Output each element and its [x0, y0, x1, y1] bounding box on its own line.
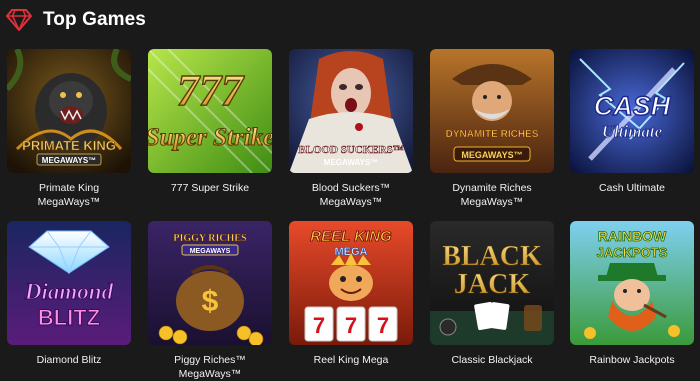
- game-art-subtitle: MEGAWAYS™: [461, 150, 522, 160]
- game-thumbnail[interactable]: RAINBOW JACKPOTS: [570, 221, 694, 345]
- game-tile-777-super-strike[interactable]: 777 Super Strike 777 Super Strike: [148, 49, 272, 195]
- game-art-title: BLOOD SUCKERS™: [298, 144, 403, 156]
- game-title[interactable]: Primate King MegaWays™: [7, 181, 131, 209]
- game-thumbnail[interactable]: DYNAMITE RICHES MEGAWAYS™: [430, 49, 554, 173]
- page-header: Top Games: [6, 7, 146, 33]
- svg-text:7: 7: [345, 313, 357, 338]
- game-tile-rainbow-jackpots[interactable]: RAINBOW JACKPOTS Rainbow Jackpots: [570, 221, 694, 367]
- game-art-subtitle: Ultimate: [602, 122, 663, 141]
- game-tile-primate-king[interactable]: PRIMATE KING MEGAWAYS™ Primate King Mega…: [7, 49, 131, 209]
- game-art-subtitle: MEGAWAYS™: [42, 156, 96, 165]
- game-thumbnail[interactable]: 777 Super Strike: [148, 49, 272, 173]
- game-thumbnail[interactable]: Diamond BLITZ: [7, 221, 131, 345]
- game-title[interactable]: 777 Super Strike: [148, 181, 272, 195]
- game-tile-classic-blackjack[interactable]: BLACK JACK Classic Blackjack: [430, 221, 554, 367]
- game-tile-diamond-blitz[interactable]: Diamond BLITZ Diamond Blitz: [7, 221, 131, 367]
- game-thumbnail[interactable]: PIGGY RICHES MEGAWAYS $: [148, 221, 272, 345]
- game-title[interactable]: Cash Ultimate: [570, 181, 694, 195]
- svg-text:$: $: [202, 285, 219, 318]
- game-art-subtitle: BLITZ: [38, 305, 100, 330]
- game-thumbnail[interactable]: PRIMATE KING MEGAWAYS™: [7, 49, 131, 173]
- game-tile-blood-suckers[interactable]: BLOOD SUCKERS™ MEGAWAYS™ Blood Suckers™ …: [289, 49, 413, 209]
- game-title[interactable]: Rainbow Jackpots: [570, 353, 694, 367]
- section-title: Top Games: [43, 9, 146, 30]
- game-art-subtitle: JACKPOTS: [597, 245, 668, 260]
- game-thumbnail[interactable]: BLACK JACK: [430, 221, 554, 345]
- game-tile-reel-king-mega[interactable]: REEL KING MEGA 7 7 7 Reel King Mega: [289, 221, 413, 367]
- game-tile-piggy-riches[interactable]: PIGGY RICHES MEGAWAYS $ Piggy Riches™ Me…: [148, 221, 272, 381]
- game-title[interactable]: Diamond Blitz: [7, 353, 131, 367]
- game-art-subtitle: JACK: [454, 269, 530, 300]
- game-title[interactable]: Classic Blackjack: [430, 353, 554, 367]
- game-art-title: CASH: [594, 91, 671, 121]
- game-thumbnail[interactable]: BLOOD SUCKERS™ MEGAWAYS™: [289, 49, 413, 173]
- game-art-subtitle: MEGAWAYS: [190, 248, 231, 255]
- game-title[interactable]: Piggy Riches™ MegaWays™: [148, 353, 272, 381]
- game-tile-dynamite-riches[interactable]: DYNAMITE RICHES MEGAWAYS™ Dynamite Riche…: [430, 49, 554, 209]
- game-art-title: REEL KING: [310, 228, 392, 245]
- game-art-title: DYNAMITE RICHES: [446, 129, 539, 140]
- game-art-title: PRIMATE KING: [22, 138, 116, 153]
- game-thumbnail[interactable]: REEL KING MEGA 7 7 7: [289, 221, 413, 345]
- game-tile-cash-ultimate[interactable]: CASH Ultimate Cash Ultimate: [570, 49, 694, 195]
- svg-text:7: 7: [377, 313, 389, 338]
- game-title[interactable]: Dynamite Riches MegaWays™: [430, 181, 554, 209]
- game-title[interactable]: Blood Suckers™ MegaWays™: [289, 181, 413, 209]
- game-art-title: Diamond: [24, 279, 114, 304]
- game-art-title: BLACK: [442, 241, 542, 272]
- game-art-title: RAINBOW: [598, 228, 667, 244]
- game-art-title: PIGGY RICHES: [173, 233, 247, 244]
- game-art-subtitle: Super Strike: [148, 124, 272, 151]
- svg-text:7: 7: [313, 313, 325, 338]
- game-art-subtitle: MEGAWAYS™: [324, 158, 378, 167]
- game-title[interactable]: Reel King Mega: [289, 353, 413, 367]
- game-thumbnail[interactable]: CASH Ultimate: [570, 49, 694, 173]
- ruby-gem-icon: [6, 9, 32, 31]
- game-art-title: 777: [177, 66, 245, 115]
